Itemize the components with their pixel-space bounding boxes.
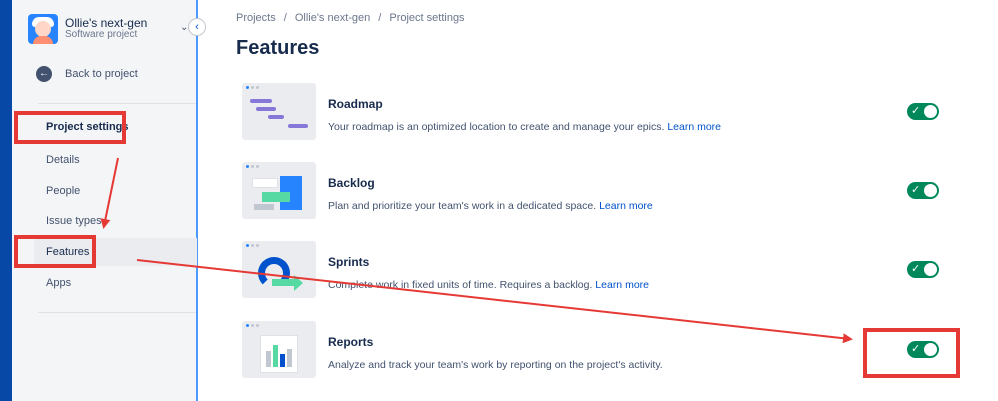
breadcrumb-project-settings[interactable]: Project settings — [389, 12, 464, 24]
roadmap-toggle[interactable]: ✓ — [907, 103, 939, 120]
learn-more-link[interactable]: Learn more — [599, 200, 653, 212]
roadmap-illustration — [242, 83, 316, 140]
sidebar-item-issue-types[interactable]: Issue types — [34, 207, 197, 235]
backlog-toggle[interactable]: ✓ — [907, 182, 939, 199]
sidebar-divider — [38, 103, 196, 104]
feature-reports: Reports Analyze and track your team's wo… — [242, 321, 952, 381]
check-icon: ✓ — [911, 184, 921, 196]
feature-title: Backlog — [328, 176, 375, 190]
breadcrumb-project[interactable]: Ollie's next-gen — [295, 12, 370, 24]
global-nav-rail — [0, 0, 12, 401]
project-header[interactable]: Ollie's next-gen Software project ⌄ — [28, 12, 188, 46]
annotation-box-features — [14, 235, 96, 268]
feature-description: Complete work in fixed units of time. Re… — [328, 279, 593, 291]
project-sidebar: Ollie's next-gen Software project ⌄ ← Ba… — [12, 0, 198, 401]
arrow-left-icon: ← — [36, 66, 52, 82]
learn-more-link[interactable]: Learn more — [595, 279, 649, 291]
reports-illustration — [242, 321, 316, 378]
sidebar-divider — [38, 312, 196, 313]
feature-description: Analyze and track your team's work by re… — [328, 359, 663, 371]
sidebar-item-apps[interactable]: Apps — [34, 269, 197, 297]
feature-description: Plan and prioritize your team's work in … — [328, 200, 597, 212]
check-icon: ✓ — [911, 105, 921, 117]
annotation-box-project-settings — [14, 111, 126, 144]
annotation-box-reports-toggle — [863, 328, 960, 378]
back-to-project-label: Back to project — [65, 68, 138, 80]
sidebar-item-details[interactable]: Details — [34, 146, 197, 174]
backlog-illustration — [242, 162, 316, 219]
breadcrumb-separator: / — [283, 12, 287, 24]
check-icon: ✓ — [911, 263, 921, 275]
feature-backlog: Backlog Plan and prioritize your team's … — [242, 162, 952, 222]
breadcrumb-separator: / — [378, 12, 382, 24]
feature-title: Reports — [328, 335, 374, 349]
project-name: Ollie's next-gen — [65, 16, 148, 30]
breadcrumb: Projects / Ollie's next-gen / Project se… — [236, 12, 473, 24]
feature-title: Sprints — [328, 255, 370, 269]
sidebar-item-people[interactable]: People — [34, 177, 197, 205]
project-avatar — [28, 14, 58, 44]
breadcrumb-projects[interactable]: Projects — [236, 12, 276, 24]
back-to-project-link[interactable]: ← Back to project — [36, 66, 138, 82]
learn-more-link[interactable]: Learn more — [667, 121, 721, 133]
sprints-toggle[interactable]: ✓ — [907, 261, 939, 278]
feature-description: Your roadmap is an optimized location to… — [328, 121, 665, 133]
project-type: Software project — [65, 29, 138, 40]
feature-title: Roadmap — [328, 97, 383, 111]
chevron-left-icon[interactable]: ‹ — [188, 18, 206, 36]
page-title: Features — [236, 37, 320, 59]
feature-sprints: Sprints Complete work in fixed units of … — [242, 241, 952, 301]
feature-roadmap: Roadmap Your roadmap is an optimized loc… — [242, 83, 952, 143]
sprints-illustration — [242, 241, 316, 298]
